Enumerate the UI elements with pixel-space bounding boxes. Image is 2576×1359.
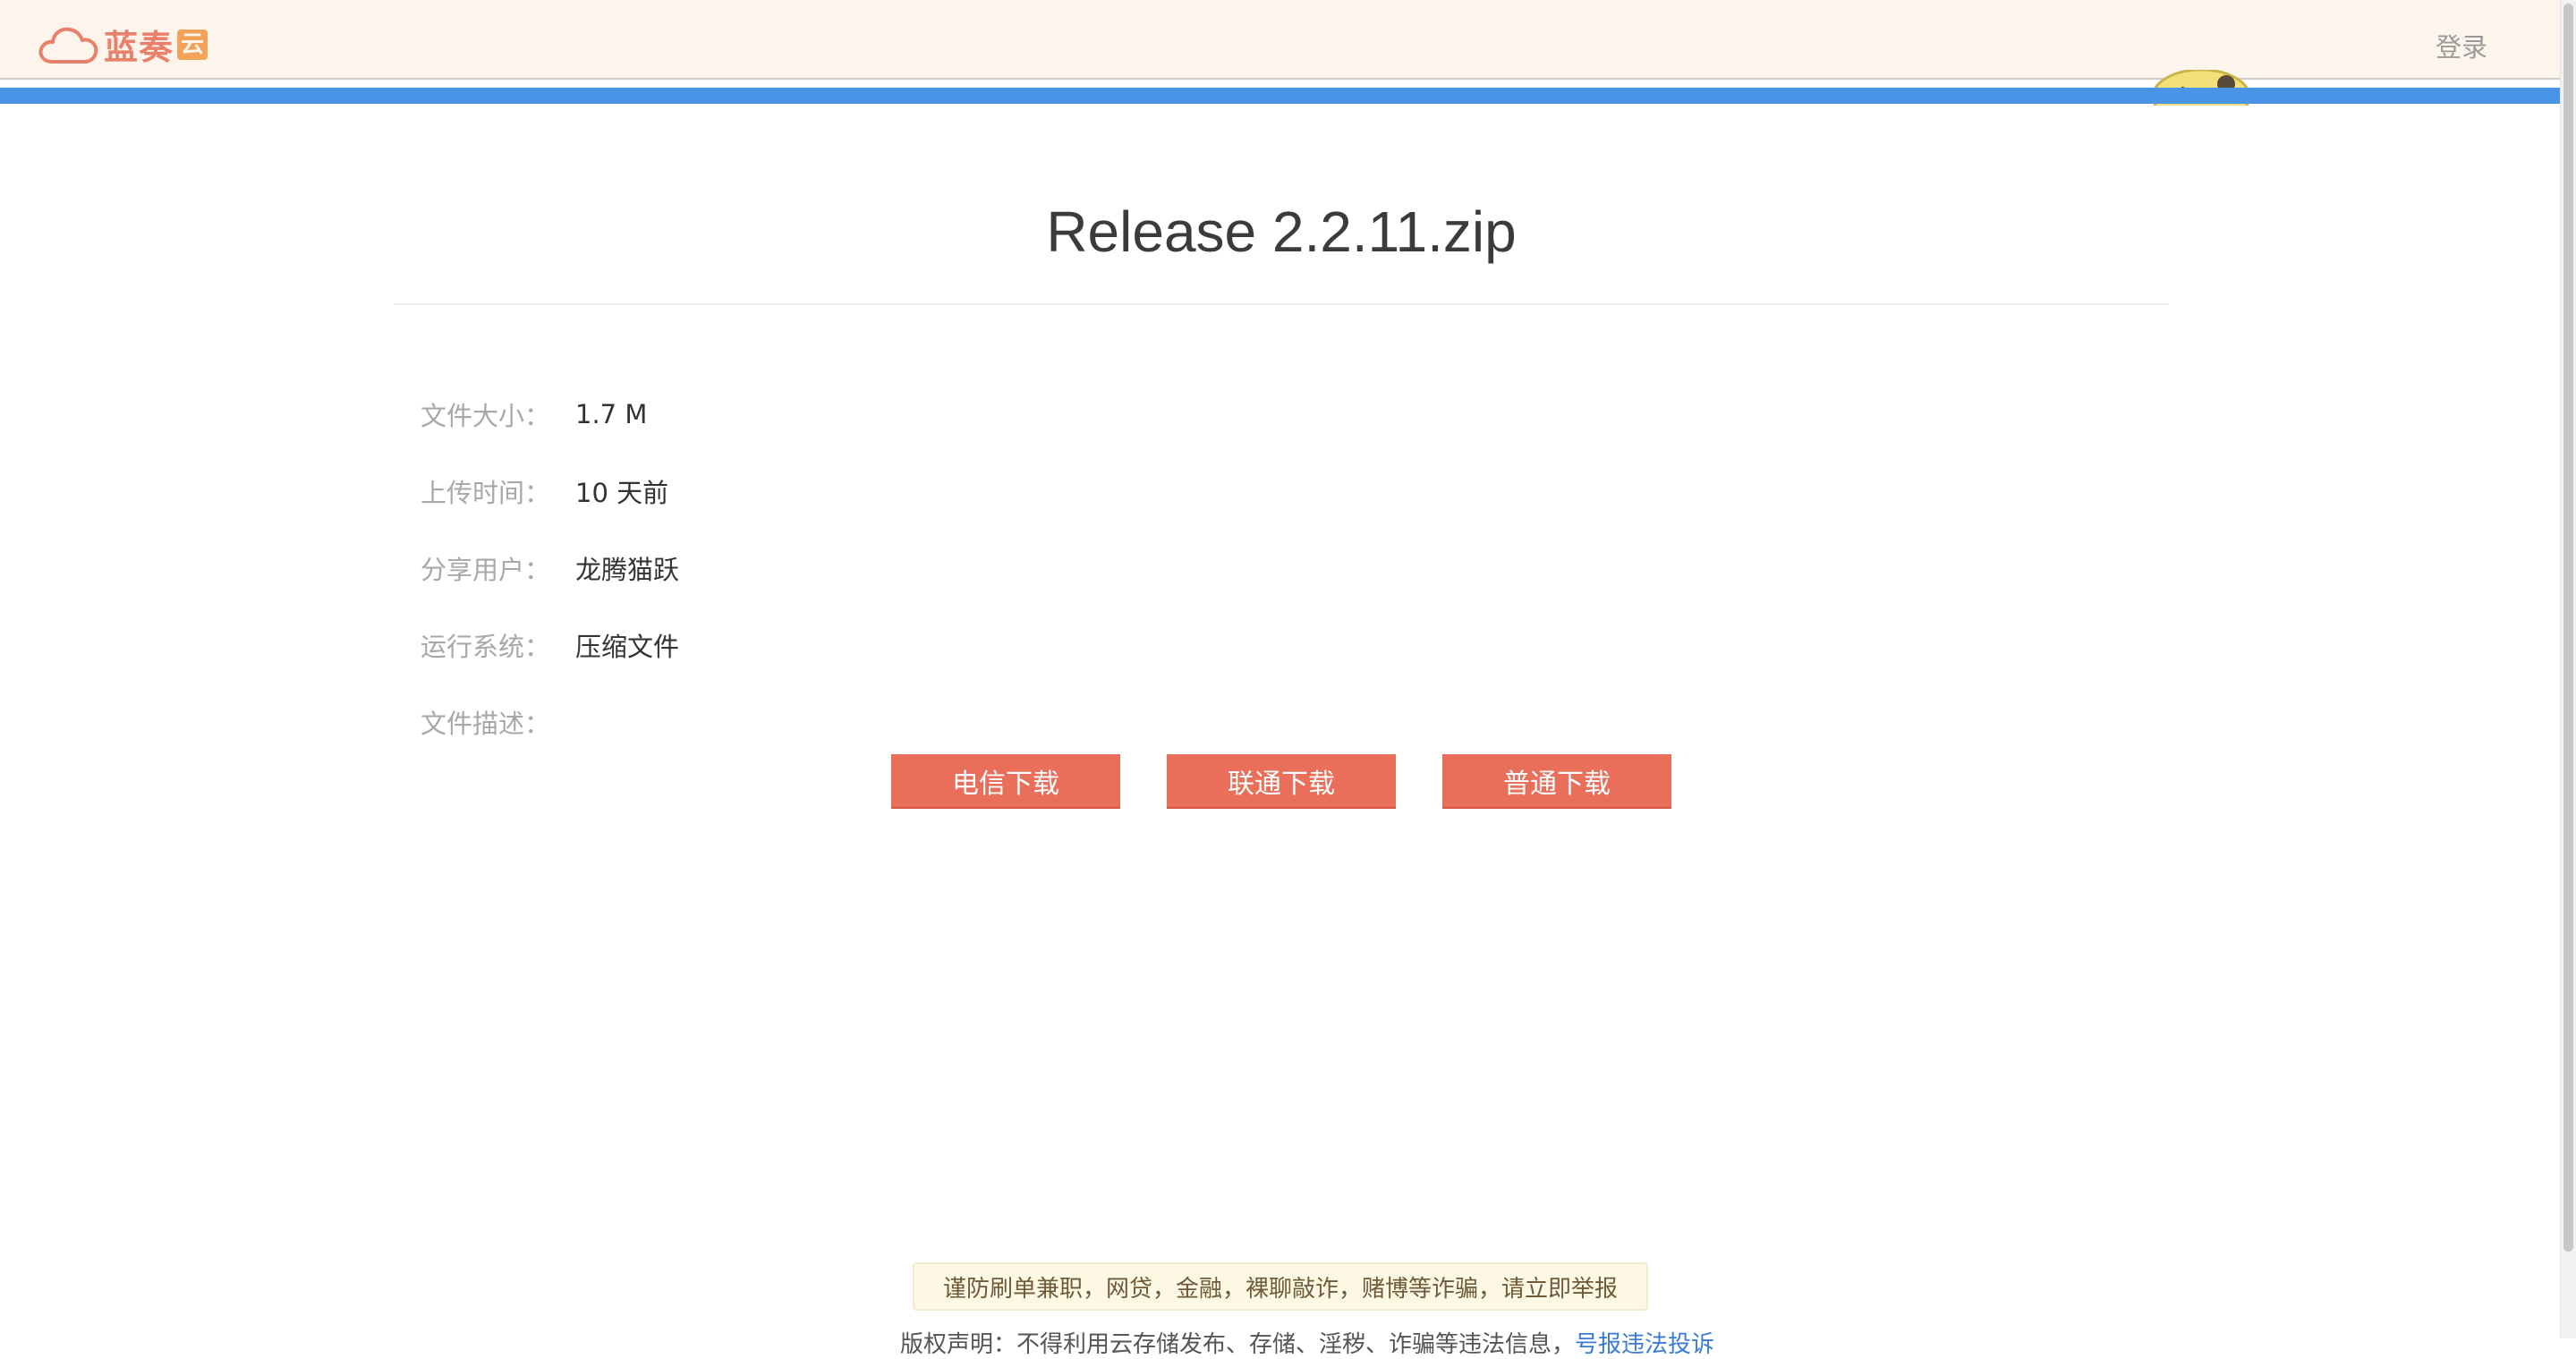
header-accent-bar xyxy=(0,88,2561,104)
footer-statement-text: 版权声明：不得利用云存储发布、存储、淫秽、诈骗等违法信息， xyxy=(900,1331,1576,1358)
file-title: Release 2.2.11.zip xyxy=(1046,200,1517,264)
title-divider xyxy=(394,303,2169,305)
info-row-upload-time: 上传时间： 10 天前 xyxy=(421,453,679,530)
info-row-system: 运行系统： 压缩文件 xyxy=(421,607,679,684)
fraud-warning: 谨防刷单兼职，网贷，金融，裸聊敲诈，赌博等诈骗，请立即举报 xyxy=(913,1262,1648,1311)
logo-badge: 云 xyxy=(177,29,208,60)
cloud-icon xyxy=(38,27,98,64)
login-link[interactable]: 登录 xyxy=(2436,27,2487,64)
info-value: 10 天前 xyxy=(575,478,669,508)
info-label: 文件大小： xyxy=(421,401,551,431)
info-value: 压缩文件 xyxy=(575,632,680,662)
scrollbar-thumb[interactable] xyxy=(2563,4,2573,1252)
site-logo[interactable]: 蓝奏 云 xyxy=(38,20,208,69)
footer-statement: 版权声明：不得利用云存储发布、存储、淫秽、诈骗等违法信息，号报违法投诉 xyxy=(900,1326,1714,1359)
top-header: 蓝奏 云 登录 xyxy=(0,0,2561,80)
info-value: 龙腾猫跃 xyxy=(575,555,680,585)
info-row-size: 文件大小： 1.7 M xyxy=(421,376,679,453)
telecom-download-button[interactable]: 电信下载 xyxy=(891,754,1120,807)
report-link[interactable]: 号报违法投诉 xyxy=(1575,1331,1714,1358)
info-label: 运行系统： xyxy=(421,632,551,662)
info-row-description: 文件描述： xyxy=(421,684,679,760)
vertical-scrollbar[interactable] xyxy=(2560,0,2576,1338)
normal-download-button[interactable]: 普通下载 xyxy=(1442,754,1671,807)
download-buttons: 电信下载 联通下载 普通下载 xyxy=(891,754,1671,807)
unicom-download-button[interactable]: 联通下载 xyxy=(1167,754,1396,807)
info-label: 分享用户： xyxy=(421,555,551,585)
info-row-user: 分享用户： 龙腾猫跃 xyxy=(421,530,679,607)
info-label: 上传时间： xyxy=(421,478,551,508)
file-info: 文件大小： 1.7 M 上传时间： 10 天前 分享用户： 龙腾猫跃 运行系统：… xyxy=(421,376,679,760)
info-value: 1.7 M xyxy=(575,399,648,429)
info-label: 文件描述： xyxy=(421,709,551,739)
logo-text: 蓝奏 xyxy=(104,28,174,67)
